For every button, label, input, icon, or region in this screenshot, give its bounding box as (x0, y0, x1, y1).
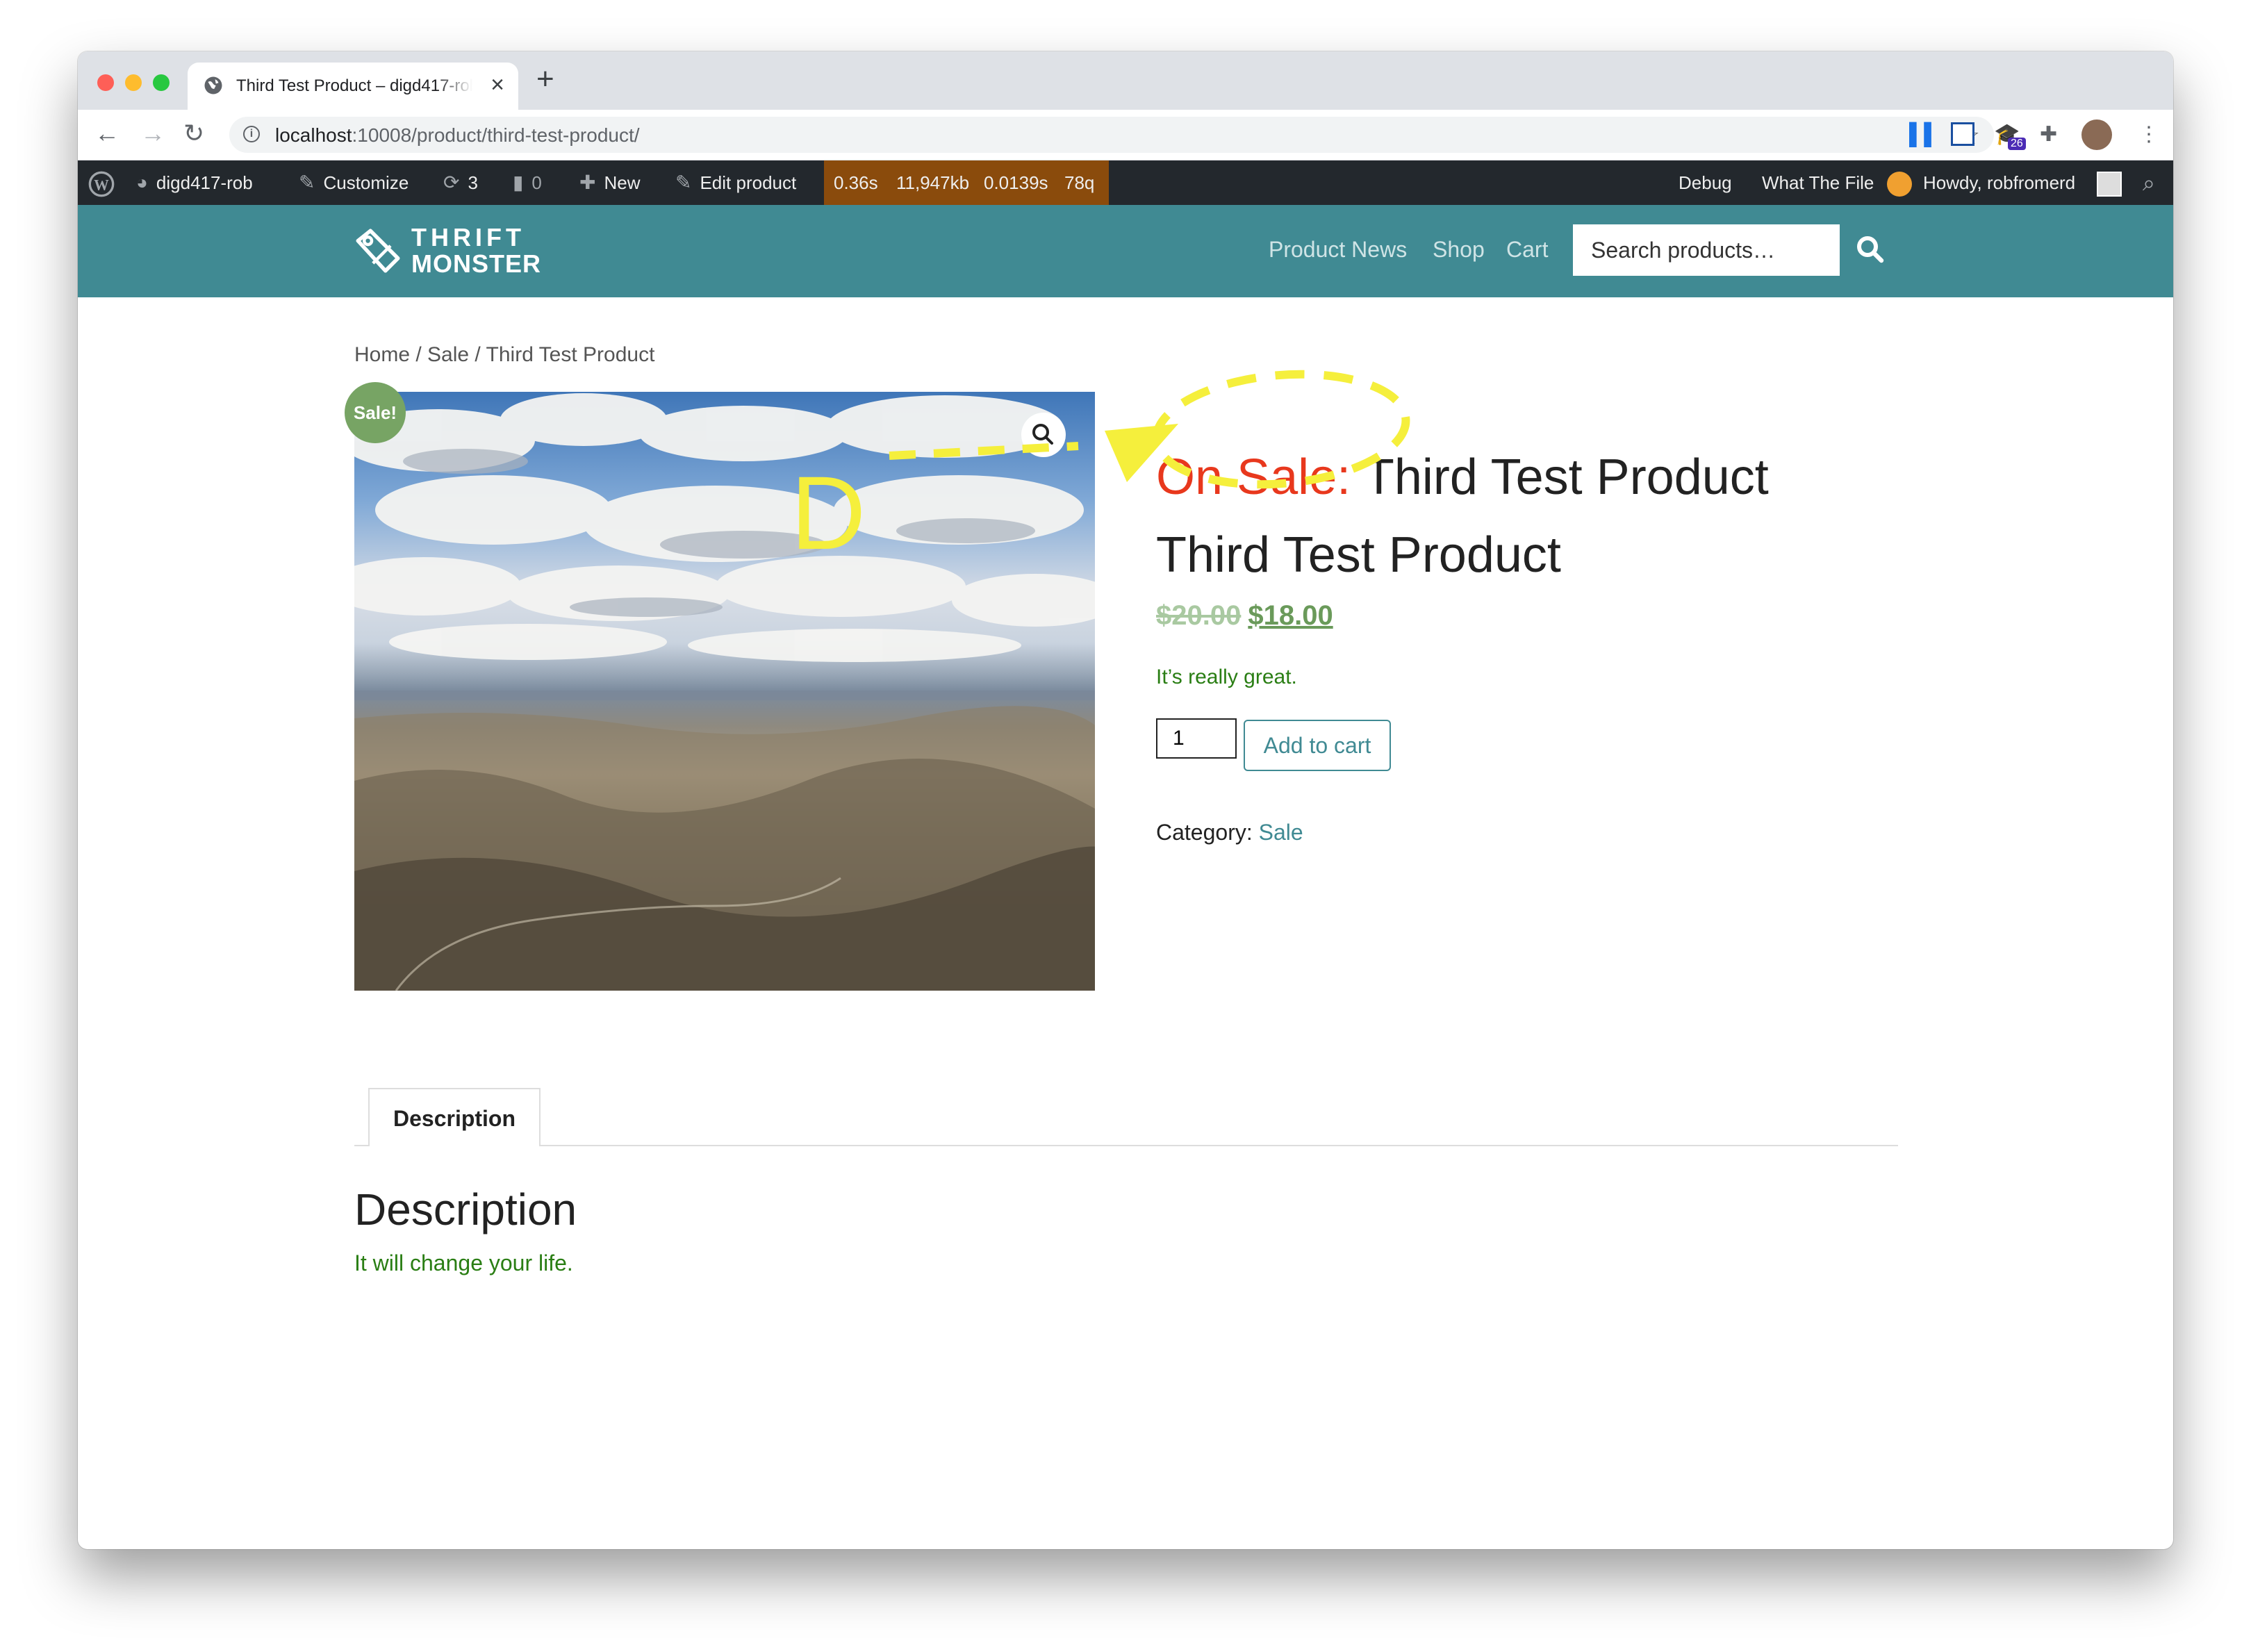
site-info-icon[interactable]: i (243, 126, 260, 142)
edit-label: Edit product (700, 172, 797, 193)
customize-label: Customize (323, 172, 409, 193)
category-link[interactable]: Sale (1259, 820, 1303, 845)
browser-window: Third Test Product – digd417-rob × + ← →… (78, 51, 2173, 1549)
comment-icon: ▮ (513, 172, 524, 193)
quantity-input[interactable] (1156, 718, 1237, 759)
reload-icon[interactable]: ↻ (183, 119, 204, 147)
globe-icon (204, 76, 222, 94)
url-path: :10008/product/third-test-product/ (352, 124, 640, 146)
price-tag-logo-icon[interactable] (353, 226, 403, 276)
nav-shop[interactable]: Shop (1433, 237, 1485, 263)
maximize-window-button[interactable] (153, 74, 170, 91)
updates-link[interactable]: ⟳ 3 (443, 160, 478, 205)
product-image[interactable] (354, 392, 1095, 991)
debug-link[interactable]: Debug (1679, 160, 1732, 205)
description-heading: Description (354, 1184, 577, 1234)
forward-arrow-icon[interactable]: → (140, 119, 165, 147)
pencil-icon: ✎ (675, 172, 692, 193)
price: $20.00 $18.00 (1156, 600, 1333, 631)
howdy-account-link[interactable]: Howdy, robfromerd (1923, 160, 2075, 205)
profile-avatar[interactable] (2081, 119, 2112, 150)
category-label: Category: (1156, 820, 1253, 845)
url-text: localhost:10008/product/third-test-produ… (275, 124, 640, 147)
minimize-window-button[interactable] (125, 74, 142, 91)
customize-link[interactable]: ✎ Customize (299, 160, 409, 205)
qm-queries: 78q (1064, 172, 1095, 193)
description-body: It will change your life. (354, 1250, 573, 1275)
extension-bars-icon[interactable]: ▌▌ (1909, 119, 1939, 150)
new-content-link[interactable]: ✚ New (579, 160, 640, 205)
browser-tab[interactable]: Third Test Product – digd417-rob × (188, 63, 518, 110)
wordpress-logo-icon[interactable]: W (88, 160, 115, 205)
tab-description[interactable]: Description (368, 1088, 541, 1146)
product-meta: Category: Sale (1156, 820, 1303, 845)
breadcrumb[interactable]: Home / Sale / Third Test Product (354, 343, 654, 367)
image-zoom-button[interactable] (1021, 413, 1066, 457)
on-sale-prefix: On Sale: (1156, 449, 1351, 505)
extensions-puzzle-icon[interactable]: ✚ (2040, 119, 2057, 150)
what-the-file-link[interactable]: What The File (1762, 160, 1874, 205)
wp-admin-bar: W ◕ digd417-rob ✎ Customize ⟳ 3 ▮ 0 ✚ New ✎ Ed… (78, 160, 2173, 205)
tabs-divider (354, 1145, 1898, 1146)
new-tab-button[interactable]: + (536, 64, 554, 94)
landscape-photo (354, 393, 1095, 991)
svg-text:W: W (94, 176, 109, 193)
product-title-repeat: Third Test Product (1156, 527, 1561, 583)
qm-query-time: 0.0139s (984, 172, 1048, 193)
add-to-cart-button[interactable]: Add to cart (1244, 720, 1391, 771)
updates-count: 3 (468, 172, 478, 193)
site-logo-text[interactable]: THRIFT MONSTER (411, 224, 541, 277)
site-name-link[interactable]: ◕ digd417-rob (136, 160, 253, 205)
product-title-text: Third Test Product (1363, 449, 1769, 505)
search-icon[interactable] (1854, 233, 1887, 266)
address-bar[interactable]: i localhost:10008/product/third-test-pro… (229, 117, 1994, 153)
admin-search-icon[interactable]: ⌕ (2143, 160, 2155, 205)
query-monitor-stats[interactable]: 0.36s 11,947kb 0.0139s 78q (824, 160, 1109, 205)
regular-price: $20.00 (1156, 600, 1242, 631)
logo-line-1: THRIFT (411, 223, 525, 251)
site-name-label: digd417-rob (156, 172, 253, 193)
search-input[interactable] (1573, 224, 1840, 276)
sale-badge: Sale! (345, 382, 406, 443)
updates-icon: ⟳ (443, 172, 460, 193)
nav-product-news[interactable]: Product News (1269, 237, 1407, 263)
menu-dots-icon[interactable]: ⋮ (2138, 119, 2159, 150)
edit-product-link[interactable]: ✎ Edit product (675, 160, 796, 205)
plus-icon: ✚ (579, 172, 596, 193)
extension-reader-icon[interactable] (1951, 122, 1974, 146)
product-title: On Sale: Third Test Product (1156, 446, 1769, 509)
qm-time: 0.36s (834, 172, 878, 193)
qm-memory: 11,947kb (896, 172, 970, 193)
comments-link[interactable]: ▮ 0 (513, 160, 542, 205)
short-description: It’s really great. (1156, 666, 1297, 688)
sale-price: $18.00 (1248, 600, 1333, 631)
browser-toolbar: ← → ↻ i localhost:10008/product/third-te… (78, 110, 2173, 160)
tab-strip: Third Test Product – digd417-rob × + (78, 51, 2173, 110)
comments-count: 0 (531, 172, 542, 193)
site-header: THRIFT MONSTER Product News Shop Cart (78, 205, 2173, 297)
url-host: localhost (275, 124, 352, 146)
user-avatar-icon[interactable] (2097, 160, 2122, 205)
magnifier-icon (1032, 424, 1053, 445)
extension-badge: 26 (2008, 138, 2026, 150)
new-label: New (604, 172, 641, 193)
dashboard-icon: ◕ (136, 172, 148, 193)
logo-line-2: MONSTER (411, 249, 541, 278)
nav-cart[interactable]: Cart (1506, 237, 1548, 263)
close-window-button[interactable] (97, 74, 114, 91)
tab-title: Third Test Product – digd417-rob (236, 76, 472, 95)
back-arrow-icon[interactable]: ← (94, 119, 119, 147)
brush-icon: ✎ (299, 172, 315, 193)
close-tab-icon[interactable]: × (490, 72, 504, 97)
wtf-logo-icon (1887, 160, 1912, 205)
